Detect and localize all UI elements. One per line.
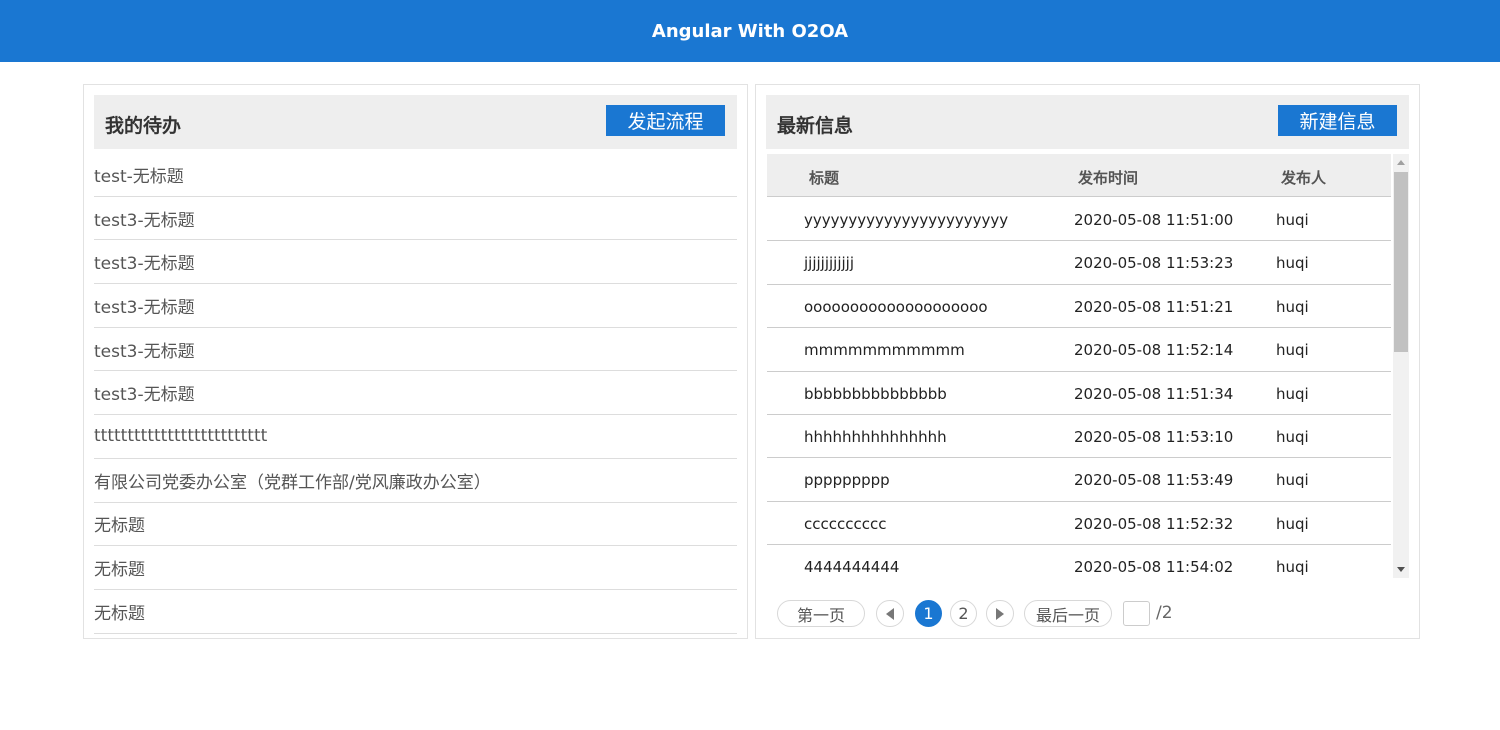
row-time: 2020-05-08 11:51:21	[1074, 297, 1234, 316]
todo-item[interactable]: test3-无标题	[94, 197, 737, 241]
table-row[interactable]: ppppppppp 2020-05-08 11:53:49 huqi	[767, 458, 1391, 502]
row-title: jjjjjjjjjjjj	[804, 254, 855, 273]
start-process-button[interactable]: 发起流程	[606, 105, 725, 136]
table-body: yyyyyyyyyyyyyyyyyyyyyyy 2020-05-08 11:51…	[767, 198, 1391, 578]
row-author: huqi	[1276, 384, 1309, 403]
todo-item[interactable]: test-无标题	[94, 153, 737, 197]
scrollbar-thumb[interactable]	[1394, 172, 1408, 352]
table-row[interactable]: yyyyyyyyyyyyyyyyyyyyyyy 2020-05-08 11:51…	[767, 198, 1391, 242]
column-header-title: 标题	[809, 169, 840, 187]
row-time: 2020-05-08 11:53:49	[1074, 471, 1234, 490]
todo-item[interactable]: 无标题	[94, 503, 737, 547]
todo-list: test-无标题 test3-无标题 test3-无标题 test3-无标题 t…	[94, 153, 737, 634]
row-time: 2020-05-08 11:54:02	[1074, 558, 1234, 577]
row-author: huqi	[1276, 514, 1309, 533]
row-time: 2020-05-08 11:52:14	[1074, 341, 1234, 360]
page-2-button[interactable]: 2	[950, 600, 977, 627]
page-1-button[interactable]: 1	[915, 600, 942, 627]
news-panel: 最新信息 新建信息 标题 发布时间 发布人 yyyyyyyyyyyyyyyyyy…	[755, 84, 1420, 639]
row-time: 2020-05-08 11:53:10	[1074, 427, 1234, 446]
todo-item[interactable]: 有限公司党委办公室（党群工作部/党风廉政办公室）	[94, 459, 737, 503]
app-title: Angular With O2OA	[651, 20, 849, 42]
table-row[interactable]: oooooooooooooooooooo 2020-05-08 11:51:21…	[767, 285, 1391, 329]
scroll-up-arrow-icon[interactable]	[1397, 160, 1405, 165]
row-author: huqi	[1276, 427, 1309, 446]
column-header-author: 发布人	[1281, 169, 1327, 187]
row-title: cccccccccc	[804, 514, 887, 533]
caret-left-icon	[886, 607, 894, 620]
prev-page-button[interactable]	[876, 600, 904, 627]
news-table: 标题 发布时间 发布人 yyyyyyyyyyyyyyyyyyyyyyy 2020…	[767, 154, 1409, 578]
row-title: hhhhhhhhhhhhhhh	[804, 427, 947, 446]
first-page-button[interactable]: 第一页	[777, 600, 865, 627]
row-time: 2020-05-08 11:51:00	[1074, 211, 1234, 229]
todo-item[interactable]: tttttttttttttttttttttttttt	[94, 415, 737, 459]
todo-panel-header: 我的待办 发起流程	[94, 95, 737, 149]
page-jump-input[interactable]	[1123, 601, 1150, 626]
table-row[interactable]: hhhhhhhhhhhhhhh 2020-05-08 11:53:10 huqi	[767, 415, 1391, 459]
table-row[interactable]: mmmmmmmmmmm 2020-05-08 11:52:14 huqi	[767, 328, 1391, 372]
page-total: /2	[1156, 603, 1173, 623]
row-time: 2020-05-08 11:51:34	[1074, 384, 1234, 403]
last-page-button[interactable]: 最后一页	[1024, 600, 1112, 627]
todo-item[interactable]: 无标题	[94, 590, 737, 634]
row-author: huqi	[1276, 558, 1309, 577]
row-time: 2020-05-08 11:52:32	[1074, 514, 1234, 533]
table-row[interactable]: bbbbbbbbbbbbbbb 2020-05-08 11:51:34 huqi	[767, 372, 1391, 415]
row-title: oooooooooooooooooooo	[804, 297, 988, 316]
todo-item[interactable]: test3-无标题	[94, 328, 737, 372]
table-row[interactable]: jjjjjjjjjjjj 2020-05-08 11:53:23 huqi	[767, 241, 1391, 285]
table-scrollbar[interactable]	[1393, 154, 1409, 578]
row-author: huqi	[1276, 341, 1309, 360]
todo-item[interactable]: test3-无标题	[94, 371, 737, 416]
caret-right-icon	[996, 607, 1004, 620]
row-time: 2020-05-08 11:53:23	[1074, 254, 1234, 273]
row-title: 4444444444	[804, 558, 900, 577]
row-author: huqi	[1276, 297, 1309, 316]
row-title: bbbbbbbbbbbbbbb	[804, 384, 947, 403]
row-title: ppppppppp	[804, 471, 890, 490]
new-info-button[interactable]: 新建信息	[1278, 105, 1397, 136]
news-panel-title: 最新信息	[777, 115, 854, 137]
row-author: huqi	[1276, 211, 1309, 229]
column-header-time: 发布时间	[1078, 169, 1139, 187]
row-author: huqi	[1276, 254, 1309, 273]
next-page-button[interactable]	[986, 600, 1014, 627]
table-header: 标题 发布时间 发布人	[767, 154, 1391, 197]
table-row[interactable]: 4444444444 2020-05-08 11:54:02 huqi	[767, 545, 1391, 578]
row-title: yyyyyyyyyyyyyyyyyyyyyyy	[804, 211, 1009, 229]
row-author: huqi	[1276, 471, 1309, 490]
top-bar: Angular With O2OA	[0, 0, 1500, 62]
scroll-down-arrow-icon[interactable]	[1397, 567, 1405, 572]
todo-item[interactable]: test3-无标题	[94, 284, 737, 328]
table-row[interactable]: cccccccccc 2020-05-08 11:52:32 huqi	[767, 502, 1391, 546]
row-title: mmmmmmmmmmm	[804, 341, 965, 360]
todo-panel-title: 我的待办	[105, 115, 182, 137]
todo-item[interactable]: 无标题	[94, 546, 737, 590]
pagination: 第一页 1 2 最后一页 /2	[777, 598, 1397, 628]
todo-item[interactable]: test3-无标题	[94, 240, 737, 285]
news-panel-header: 最新信息 新建信息	[766, 95, 1409, 149]
todo-panel: 我的待办 发起流程 test-无标题 test3-无标题 test3-无标题 t…	[83, 84, 748, 639]
